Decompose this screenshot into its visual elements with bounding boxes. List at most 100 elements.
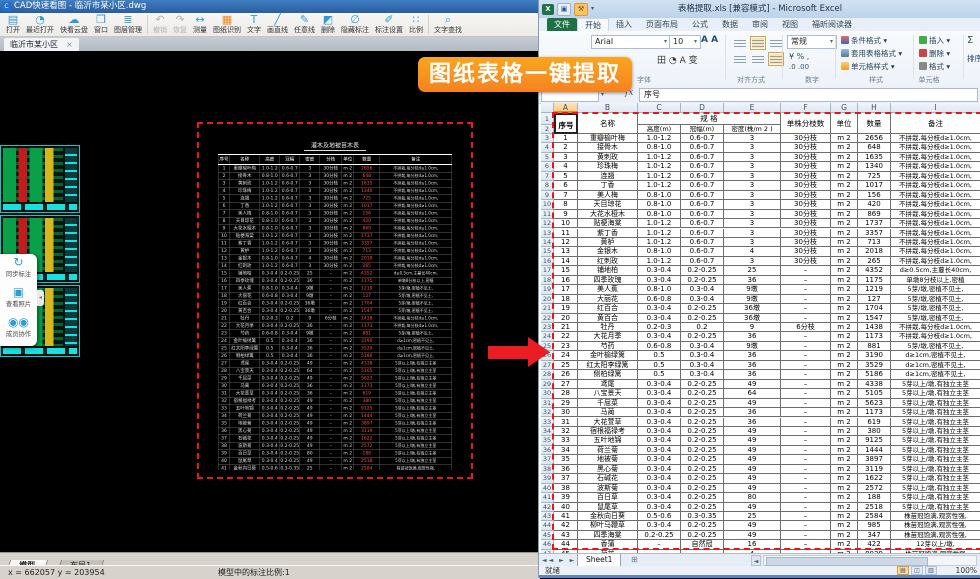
format-as-table-button[interactable]: 套用表格格式 ▾ xyxy=(841,48,902,60)
cell-H3[interactable]: 2656 xyxy=(858,134,891,143)
cell-D39[interactable]: 0.2-0.25 xyxy=(681,474,724,483)
cell-D7[interactable]: 0.6-0.7 xyxy=(681,172,724,181)
cell-C35[interactable]: 0.3-0.4 xyxy=(638,436,681,445)
cell-A17[interactable]: 15 xyxy=(554,266,578,275)
cell-C22[interactable]: 0.3-0.4 xyxy=(638,314,681,323)
cell-B41[interactable]: 百日草 xyxy=(578,493,638,502)
cell-G6[interactable]: m 2 xyxy=(831,162,858,171)
cell-F26[interactable]: – xyxy=(781,351,831,360)
cell-B9[interactable]: 美人梅 xyxy=(578,191,638,200)
cell-C18[interactable]: 0.3-0.4 xyxy=(638,276,681,285)
cell-I31[interactable]: 5芽以上/墩,有独立主茎 xyxy=(891,399,980,408)
cell-G5[interactable]: m 2 xyxy=(831,153,858,162)
cell-D19[interactable]: 0.3-0.4 xyxy=(681,285,724,294)
cell-G41[interactable]: m 2 xyxy=(831,493,858,502)
cell-G17[interactable]: m 2 xyxy=(831,266,858,275)
panel-collapse-handle[interactable]: ◂ xyxy=(37,290,44,306)
header-cell-branches[interactable]: 单株分枝数 xyxy=(781,113,831,134)
row-header-36[interactable]: 36 xyxy=(541,446,554,455)
cell-I18[interactable]: 单墩8分枝以上,密植 xyxy=(891,276,980,285)
header-cell-qty[interactable]: 数量 xyxy=(858,113,891,134)
row-header-46[interactable]: 46 xyxy=(541,540,554,549)
cell-H4[interactable]: 648 xyxy=(858,143,891,152)
cell-C45[interactable]: 0.2-0.25 xyxy=(638,531,681,540)
cell-F9[interactable]: 30分枝 xyxy=(781,191,831,200)
cell-F45[interactable]: – xyxy=(781,531,831,540)
cell-E33[interactable]: 36 xyxy=(724,418,781,427)
cell-F20[interactable]: – xyxy=(781,295,831,304)
cell-D25[interactable]: 0.3-0.4 xyxy=(681,342,724,351)
cell-C26[interactable]: 0.5 xyxy=(638,351,681,360)
cell-G19[interactable]: m 2 xyxy=(831,285,858,294)
cell-F13[interactable]: 30分枝 xyxy=(781,229,831,238)
grow-shrink-font-icon[interactable]: A A xyxy=(701,35,718,45)
cell-H45[interactable]: 347 xyxy=(858,531,891,540)
cell-G24[interactable]: m 2 xyxy=(831,332,858,341)
row-header-32[interactable]: 32 xyxy=(541,408,554,417)
qat-dropdown-icon[interactable]: ▾ xyxy=(591,0,594,18)
row-header-28[interactable]: 28 xyxy=(541,370,554,379)
比例-button[interactable]: ∷比例 xyxy=(406,13,426,36)
cell-I33[interactable]: 5芽以上/墩,有独立主茎 xyxy=(891,418,980,427)
cell-I29[interactable]: 5芽以上/墩,有独立主茎 xyxy=(891,380,980,389)
cell-D20[interactable]: 0.3-0.4 xyxy=(681,295,724,304)
cell-D32[interactable]: 0.2-0.25 xyxy=(681,408,724,417)
cad-doc-tab[interactable]: 临沂市某小区× xyxy=(4,38,79,51)
cell-I37[interactable]: 5芽以上/墩,有独立主茎 xyxy=(891,455,980,464)
cell-H21[interactable]: 1704 xyxy=(858,304,891,313)
cell-C38[interactable]: 0.3-0.4 xyxy=(638,465,681,474)
cell-E5[interactable]: 3 xyxy=(724,153,781,162)
cell-H35[interactable]: 9125 xyxy=(858,436,891,445)
cell-I24[interactable]: 不拼栽,每分枝d≥1.0cm, xyxy=(891,332,980,341)
cell-F44[interactable]: – xyxy=(781,521,831,530)
cell-G7[interactable]: m 2 xyxy=(831,172,858,181)
cell-B24[interactable]: 大花月季 xyxy=(578,332,638,341)
ribbon-tab-福昕阅读器[interactable]: 福昕阅读器 xyxy=(805,18,859,31)
cell-G30[interactable]: m 2 xyxy=(831,389,858,398)
cell-F37[interactable]: – xyxy=(781,455,831,464)
cell-C8[interactable]: 1.0-1.2 xyxy=(638,181,681,190)
cell-H34[interactable]: 380 xyxy=(858,427,891,436)
cell-I13[interactable]: 不拼栽,每分枝d≥1.0cm, xyxy=(891,229,980,238)
delete-cells-button[interactable]: 删除 ▾ xyxy=(919,48,950,60)
cell-H20[interactable]: 127 xyxy=(858,295,891,304)
row-header-42[interactable]: 42 xyxy=(541,503,554,512)
cell-D38[interactable]: 0.2-0.25 xyxy=(681,465,724,474)
header-cell-spec[interactable]: 规 格 xyxy=(638,113,781,125)
cell-H5[interactable]: 1635 xyxy=(858,153,891,162)
cell-I41[interactable]: 5芽以上/墩,有独立主茎 xyxy=(891,493,980,502)
cell-D27[interactable]: 0.3-0.4 xyxy=(681,361,724,370)
cell-G9[interactable]: m 2 xyxy=(831,191,858,200)
row-header-15[interactable]: 15 xyxy=(541,247,554,256)
cell-F42[interactable]: – xyxy=(781,503,831,512)
cell-A42[interactable]: 40 xyxy=(554,503,578,512)
cell-F4[interactable]: 30分枝 xyxy=(781,143,831,152)
close-icon[interactable]: × xyxy=(66,40,73,49)
cell-B22[interactable]: 黄百合 xyxy=(578,314,638,323)
图层管理-button[interactable]: ≣图层管理 xyxy=(111,13,145,36)
cell-C37[interactable]: 0.3-0.4 xyxy=(638,455,681,464)
align-center-icon[interactable] xyxy=(750,52,766,66)
cell-E8[interactable]: 3 xyxy=(724,181,781,190)
cell-C4[interactable]: 0.8-1.0 xyxy=(638,143,681,152)
cell-A31[interactable]: 29 xyxy=(554,399,578,408)
cell-F3[interactable]: 30分枝 xyxy=(781,134,831,143)
cell-D31[interactable]: 0.2-0.25 xyxy=(681,399,724,408)
cell-H8[interactable]: 1017 xyxy=(858,181,891,190)
row-header-45[interactable]: 45 xyxy=(541,531,554,540)
cell-B33[interactable]: 大花萱草 xyxy=(578,418,638,427)
cell-A12[interactable]: 10 xyxy=(554,219,578,228)
cell-D9[interactable]: 0.6-0.7 xyxy=(681,191,724,200)
cell-E30[interactable]: 64 xyxy=(724,389,781,398)
formula-input[interactable]: 序号 xyxy=(639,88,978,102)
cell-F34[interactable]: – xyxy=(781,427,831,436)
decimal-icons[interactable]: .0 .00 xyxy=(789,63,809,71)
cell-D15[interactable]: 0.6-0.7 xyxy=(681,247,724,256)
cell-A25[interactable]: 23 xyxy=(554,342,578,351)
cell-I7[interactable]: 不拼栽,每分枝d≥1.0cm, xyxy=(891,172,980,181)
cell-D26[interactable]: 0.3-0.4 xyxy=(681,351,724,360)
row-header-43[interactable]: 43 xyxy=(541,512,554,521)
cell-H46[interactable]: 422 xyxy=(858,540,891,549)
cell-E14[interactable]: 3 xyxy=(724,238,781,247)
cell-A39[interactable]: 37 xyxy=(554,474,578,483)
